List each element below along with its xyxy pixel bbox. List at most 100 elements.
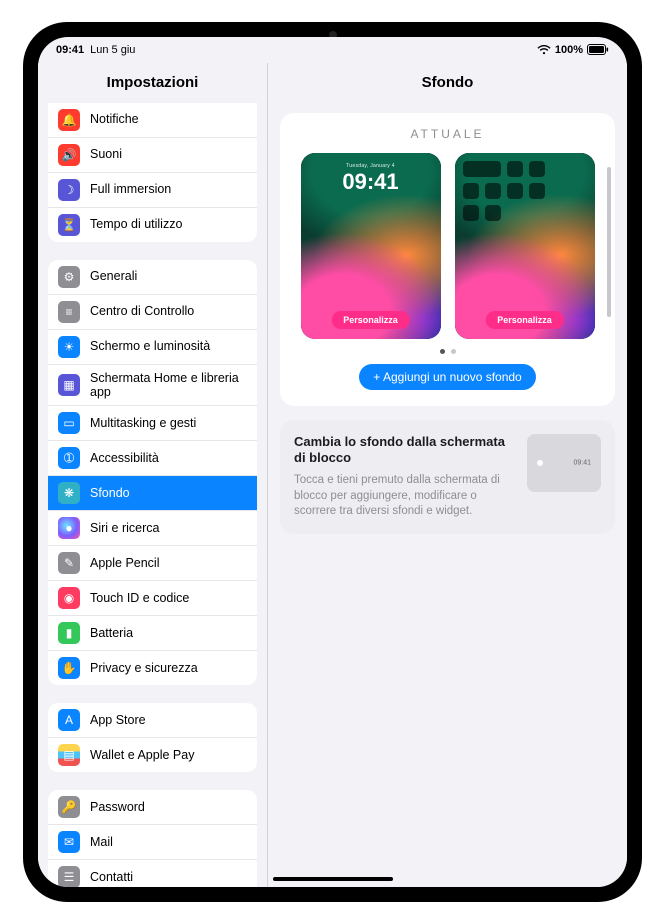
sidebar-item-generali[interactable]: ⚙ Generali [48,260,257,294]
sidebar-item-label: Sfondo [90,486,247,500]
customize-home-button[interactable]: Personalizza [485,311,564,329]
sidebar-item-label: Touch ID e codice [90,591,247,605]
settings-sidebar[interactable]: 🔔 Notifiche 🔊 Suoni ☽ Full immersion ⏳ Tempo di… [38,103,268,887]
detail-title: Sfondo [268,63,627,103]
sidebar-item-app-store[interactable]: A App Store [48,703,257,737]
sidebar-item-siri-e-ricerca[interactable]: ● Siri e ricerca [48,510,257,545]
sidebar-item-label: Mail [90,835,247,849]
contacts-icon: ☰ [58,866,80,886]
wallet-icon: ▤ [58,744,80,766]
sidebar-item-privacy-e-sicurezza[interactable]: ✋ Privacy e sicurezza [48,650,257,685]
sidebar-item-notifiche[interactable]: 🔔 Notifiche [48,103,257,137]
sidebar-item-password[interactable]: 🔑 Password [48,790,257,824]
sidebar-item-label: Notifiche [90,112,247,126]
home-screen-preview[interactable]: Personalizza [455,153,595,339]
pencil-icon: ✎ [58,552,80,574]
hand-icon: ✋ [58,657,80,679]
sidebar-item-label: Password [90,800,247,814]
sidebar-item-batteria[interactable]: ▮ Batteria [48,615,257,650]
multitask-icon: ▭ [58,412,80,434]
screen: 09:41 Lun 5 giu 100% Impostazioni Sfondo [38,37,627,887]
headers: Impostazioni Sfondo [38,63,627,103]
sidebar-item-label: Centro di Controllo [90,304,247,318]
lock-time: 09:41 [342,171,398,193]
lock-screen-tip-card: Cambia lo sfondo dalla schermata di bloc… [280,420,615,534]
hourglass-icon: ⏳ [58,214,80,236]
siri-icon: ● [58,517,80,539]
page-dot[interactable] [451,349,456,354]
tip-thumb-time: 09:41 [573,459,591,466]
home-indicator[interactable] [273,877,393,881]
sidebar-item-label: Suoni [90,147,247,161]
sidebar-item-schermo-e-luminosit[interactable]: ☀ Schermo e luminosità [48,329,257,364]
sidebar-item-wallet-e-apple-pay[interactable]: ▤ Wallet e Apple Pay [48,737,257,772]
tip-description: Tocca e tieni premuto dalla schermata di… [294,473,513,520]
sidebar-title: Impostazioni [38,63,268,103]
sidebar-item-label: Wallet e Apple Pay [90,748,247,762]
sidebar-item-multitasking-e-gesti[interactable]: ▭ Multitasking e gesti [48,405,257,440]
grid-icon: ▦ [58,374,80,396]
device-frame: 09:41 Lun 5 giu 100% Impostazioni Sfondo [0,0,665,923]
sidebar-item-label: Contatti [90,870,247,884]
sidebar-item-schermata-home-e-libreria-app[interactable]: ▦ Schermata Home e libreria app [48,364,257,406]
sidebar-item-apple-pencil[interactable]: ✎ Apple Pencil [48,545,257,580]
wifi-icon [537,45,551,55]
bell-icon: 🔔 [58,109,80,131]
mail-icon: ✉ [58,831,80,853]
sidebar-item-label: Apple Pencil [90,556,247,570]
sidebar-item-centro-di-controllo[interactable]: ≡ Centro di Controllo [48,294,257,329]
sidebar-item-label: App Store [90,713,247,727]
sidebar-item-tempo-di-utilizzo[interactable]: ⏳ Tempo di utilizzo [48,207,257,242]
current-wallpaper-card: ATTUALE Tuesday, January 4 09:41 Persona… [280,113,615,406]
accessibility-icon: ➀ [58,447,80,469]
sidebar-group: 🔔 Notifiche 🔊 Suoni ☽ Full immersion ⏳ Tempo di… [48,103,257,242]
flower-icon: ❋ [58,482,80,504]
gear-icon: ⚙ [58,266,80,288]
scroll-indicator[interactable] [607,167,611,317]
speaker-icon: 🔊 [58,144,80,166]
sidebar-item-full-immersion[interactable]: ☽ Full immersion [48,172,257,207]
status-time: 09:41 [56,44,84,56]
sidebar-item-contatti[interactable]: ☰ Contatti [48,859,257,886]
sidebar-item-touch-id-e-codice[interactable]: ◉ Touch ID e codice [48,580,257,615]
lock-screen-preview[interactable]: Tuesday, January 4 09:41 Personalizza [301,153,441,339]
sidebar-item-label: Full immersion [90,182,247,196]
appstore-icon: A [58,709,80,731]
battery-icon: ▮ [58,622,80,644]
page-dots [294,349,601,354]
key-icon: 🔑 [58,796,80,818]
sidebar-item-label: Batteria [90,626,247,640]
add-wallpaper-button[interactable]: + Aggiungi un nuovo sfondo [359,364,535,390]
sidebar-item-label: Schermo e luminosità [90,339,247,353]
sidebar-item-label: Tempo di utilizzo [90,217,247,231]
brightness-icon: ☀ [58,336,80,358]
status-bar: 09:41 Lun 5 giu 100% [38,37,627,63]
sidebar-item-label: Schermata Home e libreria app [90,371,247,400]
sidebar-item-accessibilit[interactable]: ➀ Accessibilità [48,440,257,475]
page-dot[interactable] [440,349,445,354]
current-label: ATTUALE [294,127,601,141]
sidebar-group: 🔑Password✉Mail☰Contatti▦Calendario [48,790,257,886]
tip-thumbnail: 09:41 [527,434,601,492]
battery-pct: 100% [555,44,583,56]
bezel: 09:41 Lun 5 giu 100% Impostazioni Sfondo [23,22,642,902]
moon-icon: ☽ [58,179,80,201]
customize-lock-button[interactable]: Personalizza [331,311,410,329]
sidebar-item-label: Generali [90,269,247,283]
battery-status-icon [587,44,609,55]
sidebar-item-label: Accessibilità [90,451,247,465]
sidebar-item-label: Siri e ricerca [90,521,247,535]
lock-date: Tuesday, January 4 [346,163,395,169]
sidebar-item-mail[interactable]: ✉ Mail [48,824,257,859]
status-date: Lun 5 giu [90,44,135,56]
wallpaper-detail: ATTUALE Tuesday, January 4 09:41 Persona… [268,103,627,887]
sidebar-item-sfondo[interactable]: ❋ Sfondo [48,475,257,510]
sidebar-item-label: Multitasking e gesti [90,416,247,430]
tip-title: Cambia lo sfondo dalla schermata di bloc… [294,434,513,468]
sidebar-group: ⚙ Generali ≡ Centro di Controllo ☀ Schermo e … [48,260,257,686]
sidebar-item-label: Privacy e sicurezza [90,661,247,675]
fingerprint-icon: ◉ [58,587,80,609]
toggles-icon: ≡ [58,301,80,323]
sidebar-item-suoni[interactable]: 🔊 Suoni [48,137,257,172]
sidebar-group: A App Store ▤ Wallet e Apple Pay [48,703,257,772]
